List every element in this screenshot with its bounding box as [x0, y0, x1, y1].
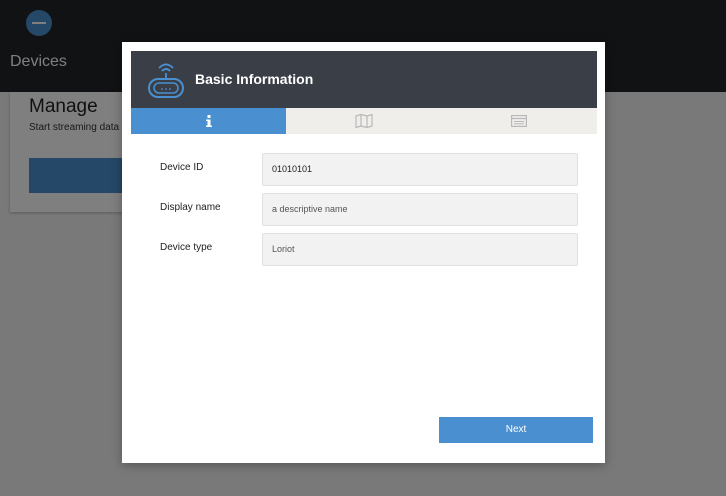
- device-type-row: Device type Loriot: [160, 233, 578, 266]
- device-type-label: Device type: [160, 242, 213, 253]
- display-name-label: Display name: [160, 202, 221, 213]
- dialog-title: Basic Information: [195, 71, 314, 87]
- card-icon: [511, 115, 528, 127]
- map-icon: [355, 114, 373, 128]
- basic-information-dialog: Basic Information Device ID 01010101 Dis…: [122, 42, 605, 463]
- device-id-field[interactable]: 01010101: [262, 153, 578, 186]
- tab-info[interactable]: [131, 108, 287, 134]
- tab-summary[interactable]: [442, 108, 597, 134]
- router-device-icon: [148, 63, 184, 98]
- dialog-tabs: [131, 108, 597, 134]
- display-name-field[interactable]: a descriptive name: [262, 193, 578, 226]
- display-name-row: Display name a descriptive name: [160, 193, 578, 226]
- device-id-row: Device ID 01010101: [160, 153, 578, 186]
- next-button[interactable]: Next: [439, 417, 593, 443]
- device-id-label: Device ID: [160, 162, 204, 173]
- dialog-header: Basic Information: [131, 51, 597, 108]
- device-type-select[interactable]: Loriot: [262, 233, 578, 266]
- info-icon: [205, 115, 212, 127]
- tab-location[interactable]: [286, 108, 441, 134]
